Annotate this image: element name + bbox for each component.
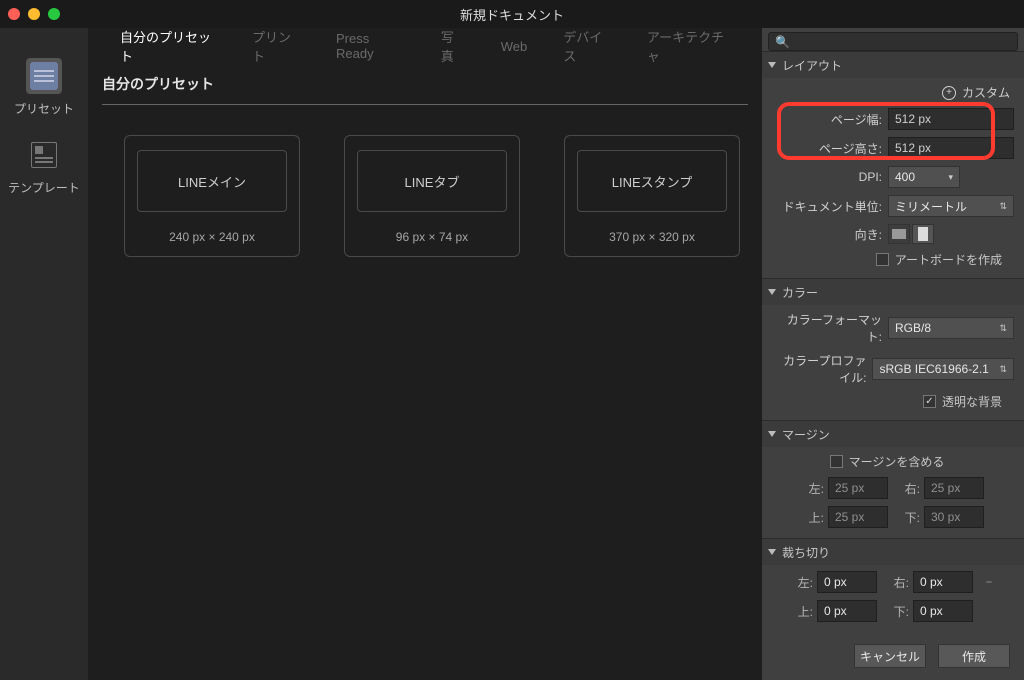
chevron-down-icon <box>768 289 776 295</box>
bleed-right-label: 右: <box>887 574 909 591</box>
bleed-bottom-input[interactable]: 0 px <box>913 600 973 622</box>
page-height-input[interactable]: 512 px <box>888 137 1014 159</box>
margin-left-input[interactable]: 25 px <box>828 477 888 499</box>
preset-dims: 240 px × 240 px <box>169 230 255 244</box>
search-input[interactable]: 🔍 <box>768 32 1018 51</box>
section-bleed-header[interactable]: 裁ち切り <box>762 539 1024 565</box>
bleed-bottom-label: 下: <box>887 603 909 620</box>
bleed-right-input[interactable]: 0 px <box>913 571 973 593</box>
create-artboard-label: アートボードを作成 <box>895 251 1002 268</box>
window-title: 新規ドキュメント <box>460 5 564 24</box>
chevron-down-icon <box>768 431 776 437</box>
page-width-label: ページ幅: <box>772 111 882 128</box>
color-profile-value: sRGB IEC61966-2.1 <box>879 362 999 376</box>
color-format-label: カラーフォーマット: <box>772 311 882 345</box>
margin-bottom-input[interactable]: 30 px <box>924 506 984 528</box>
bleed-left-label: 左: <box>791 574 813 591</box>
margin-left-label: 左: <box>802 480 824 497</box>
orientation-portrait[interactable] <box>912 224 934 244</box>
cancel-button[interactable]: キャンセル <box>854 644 926 668</box>
orientation-landscape[interactable] <box>888 224 910 244</box>
chevron-down-icon <box>768 62 776 68</box>
units-label: ドキュメント単位: <box>772 198 882 215</box>
preset-card[interactable]: LINEスタンプ 370 px × 320 px <box>564 135 740 257</box>
preset-card[interactable]: LINEメイン 240 px × 240 px <box>124 135 300 257</box>
section-layout-title: レイアウト <box>782 57 842 74</box>
chevron-down-icon <box>768 549 776 555</box>
section-color-title: カラー <box>782 284 818 301</box>
tab-my-presets[interactable]: 自分のプリセット <box>102 28 234 73</box>
bleed-top-input[interactable]: 0 px <box>817 600 877 622</box>
bleed-top-label: 上: <box>791 603 813 620</box>
orientation-label: 向き: <box>772 226 882 243</box>
bleed-left-input[interactable]: 0 px <box>817 571 877 593</box>
section-color-header[interactable]: カラー <box>762 279 1024 305</box>
titlebar: 新規ドキュメント <box>0 0 1024 28</box>
presets-icon <box>30 62 58 90</box>
preset-thumb: LINEタブ <box>357 150 507 212</box>
margin-right-input[interactable]: 25 px <box>924 477 984 499</box>
section-margin-header[interactable]: マージン <box>762 421 1024 447</box>
properties-panel: 🔍 レイアウト + カスタム ページ幅: 512 px <box>762 28 1024 680</box>
rail-templates[interactable]: テンプレート <box>8 137 80 196</box>
preset-thumb: LINEスタンプ <box>577 150 727 212</box>
preset-dims: 370 px × 320 px <box>609 230 695 244</box>
section-bleed-title: 裁ち切り <box>782 544 830 561</box>
create-button[interactable]: 作成 <box>938 644 1010 668</box>
add-custom-preset[interactable]: + カスタム <box>772 84 1014 101</box>
include-margin-checkbox[interactable] <box>830 455 843 468</box>
preset-dims: 96 px × 74 px <box>396 230 468 244</box>
color-profile-label: カラープロファイル: <box>772 352 866 386</box>
zoom-icon[interactable] <box>48 8 60 20</box>
page-height-label: ページ高さ: <box>772 140 882 157</box>
dpi-select[interactable]: 400▾ <box>888 166 960 188</box>
plus-circle-icon: + <box>942 86 956 100</box>
transparent-bg-checkbox[interactable]: ✓ <box>923 395 936 408</box>
center-pane: 自分のプリセット プリント Press Ready 写真 Web デバイス アー… <box>88 28 762 680</box>
preset-cards: LINEメイン 240 px × 240 px LINEタブ 96 px × 7… <box>102 105 748 287</box>
left-rail: プリセット テンプレート <box>0 28 88 680</box>
margin-bottom-label: 下: <box>898 509 920 526</box>
tab-architecture[interactable]: アーキテクチャ <box>629 28 748 73</box>
tab-web[interactable]: Web <box>483 31 546 62</box>
section-margin-title: マージン <box>782 426 830 443</box>
search-icon: 🔍 <box>775 35 790 49</box>
units-value: ミリメートル <box>895 198 967 215</box>
transparent-bg-label: 透明な背景 <box>942 393 1002 410</box>
margin-top-input[interactable]: 25 px <box>828 506 888 528</box>
templates-icon <box>31 142 57 168</box>
section-title: 自分のプリセット <box>102 74 214 102</box>
link-icon[interactable]: ⎯ <box>983 576 995 589</box>
color-format-select[interactable]: RGB/8⇅ <box>888 317 1014 339</box>
include-margin-label: マージンを含める <box>849 453 945 470</box>
add-custom-label: カスタム <box>962 84 1010 101</box>
create-artboard-checkbox[interactable] <box>876 253 889 266</box>
rail-presets[interactable]: プリセット <box>14 58 74 117</box>
page-width-input[interactable]: 512 px <box>888 108 1014 130</box>
color-profile-select[interactable]: sRGB IEC61966-2.1⇅ <box>872 358 1014 380</box>
close-icon[interactable] <box>8 8 20 20</box>
dpi-label: DPI: <box>772 170 882 184</box>
minimize-icon[interactable] <box>28 8 40 20</box>
dpi-value: 400 <box>895 170 915 184</box>
rail-presets-label: プリセット <box>14 100 74 117</box>
tab-devices[interactable]: デバイス <box>545 28 629 73</box>
units-select[interactable]: ミリメートル⇅ <box>888 195 1014 217</box>
color-format-value: RGB/8 <box>895 321 931 335</box>
margin-top-label: 上: <box>802 509 824 526</box>
tab-print[interactable]: プリント <box>234 28 318 73</box>
preset-thumb: LINEメイン <box>137 150 287 212</box>
category-tabs: 自分のプリセット プリント Press Ready 写真 Web デバイス アー… <box>102 28 748 64</box>
tab-press-ready[interactable]: Press Ready <box>318 28 423 69</box>
tab-photo[interactable]: 写真 <box>423 28 483 73</box>
rail-templates-label: テンプレート <box>8 179 80 196</box>
preset-card[interactable]: LINEタブ 96 px × 74 px <box>344 135 520 257</box>
margin-right-label: 右: <box>898 480 920 497</box>
section-layout-header[interactable]: レイアウト <box>762 52 1024 78</box>
